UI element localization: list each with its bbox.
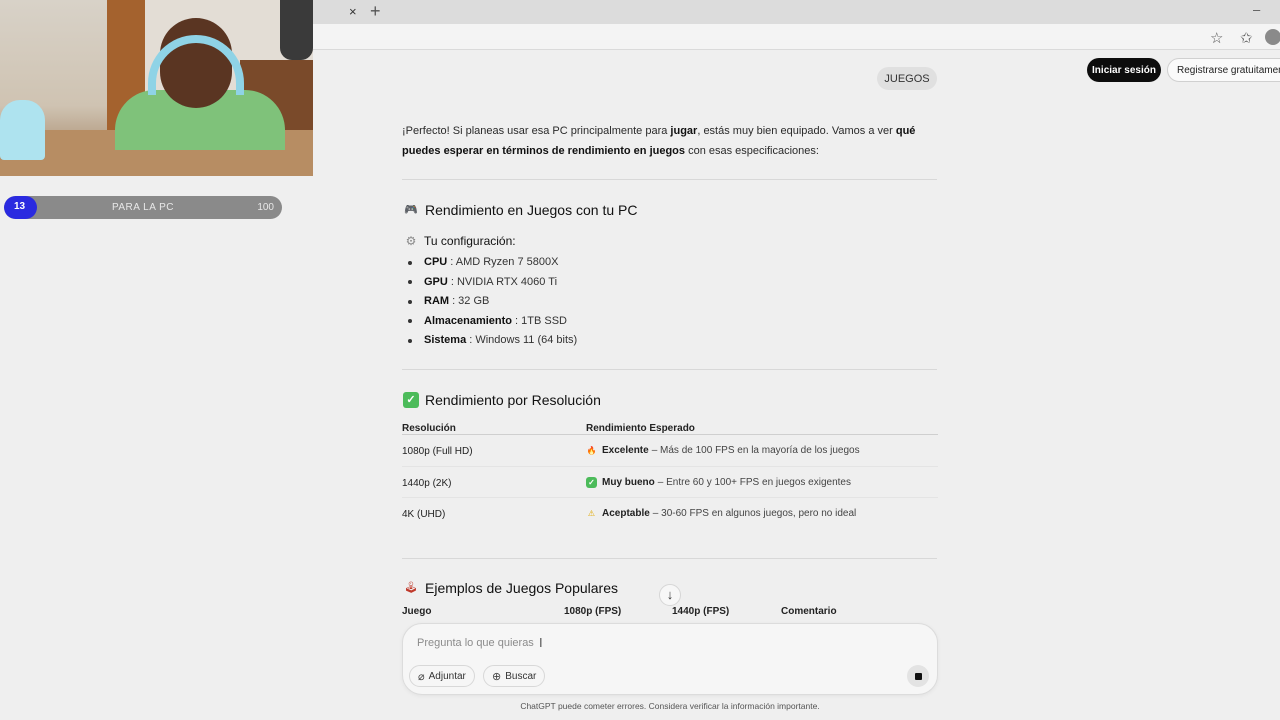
browser-toolbar <box>313 24 1280 50</box>
globe-icon: ⊕ <box>492 670 502 683</box>
webcam-overlay <box>0 0 313 176</box>
column-header: Comentario <box>781 606 837 617</box>
divider <box>402 179 937 180</box>
gear-icon: ⚙ <box>405 234 417 248</box>
search-button[interactable]: ⊕ Buscar <box>483 665 546 687</box>
rating-desc: – Entre 60 y 100+ FPS en juegos exigente… <box>657 476 851 488</box>
intro-text-2: , estás muy bien equipado. Vamos a ver <box>697 125 896 137</box>
column-header: Resolución <box>402 423 456 434</box>
check-mark-icon: ✓ <box>586 476 597 488</box>
browser-tabstrip <box>313 0 1280 24</box>
section-title-text: Ejemplos de Juegos Populares <box>425 580 619 596</box>
joystick-icon: 🕹 <box>404 582 418 594</box>
rating-text: Aceptable <box>602 508 650 519</box>
text-cursor-icon: I <box>539 635 543 650</box>
bullet <box>408 299 412 304</box>
close-tab-icon[interactable]: × <box>349 4 357 19</box>
table-row: 4K (UHD) ⚠ Aceptable – 30-60 FPS en alguno… <box>402 498 938 530</box>
login-button[interactable]: Iniciar sesión <box>1087 58 1161 82</box>
bullet <box>408 319 412 324</box>
column-header: Juego <box>402 606 432 617</box>
subsection-title-text: Tu configuración: <box>424 234 516 248</box>
check-mark-icon: ✓ <box>403 392 419 408</box>
rating-text: Muy bueno <box>602 476 655 488</box>
column-header: Rendimiento Esperado <box>586 423 695 434</box>
list-item: CPU: AMD Ryzen 7 5800X <box>408 253 577 273</box>
assistant-intro-paragraph: ¡Perfecto! Si planeas usar esa PC princi… <box>402 121 937 161</box>
spec-value: : AMD Ryzen 7 5800X <box>450 256 559 268</box>
scroll-down-button[interactable]: ↓ <box>659 584 681 606</box>
resolution-cell: 4K (UHD) <box>402 509 446 520</box>
list-item: RAM: 32 GB <box>408 292 577 312</box>
intro-bold-1: jugar <box>670 125 698 137</box>
warning-icon: ⚠ <box>587 509 596 518</box>
spec-value: : NVIDIA RTX 4060 Ti <box>450 275 558 288</box>
bullet <box>408 338 412 343</box>
rating-desc: – 30-60 FPS en algunos juegos, pero no i… <box>652 508 857 519</box>
spec-list: CPU: AMD Ryzen 7 5800X GPU: NVIDIA RTX 4… <box>408 253 577 351</box>
new-tab-icon[interactable]: + <box>370 1 381 22</box>
intro-text-1: ¡Perfecto! Si planeas usar esa PC princi… <box>402 125 671 137</box>
column-header: 1080p (FPS) <box>564 606 622 617</box>
performance-cell: 🔥 Excelente – Más de 100 FPS en la mayoría… <box>586 445 860 456</box>
stop-generating-button[interactable] <box>907 665 929 687</box>
stream-progress-bar: 13 PARA LA PC 100 <box>4 196 282 219</box>
register-button[interactable]: Registrarse gratuitamente <box>1167 58 1280 82</box>
user-message-bubble: JUEGOS <box>877 67 937 90</box>
section-title-resolution: ✓ Rendimiento por Resolución <box>403 392 601 408</box>
spec-key: Sistema <box>424 334 467 346</box>
spec-value: : 1TB SSD <box>515 314 567 327</box>
stop-icon <box>914 672 922 680</box>
spec-value: : Windows 11 (64 bits) <box>469 334 578 346</box>
minimize-icon[interactable]: – <box>1253 2 1260 17</box>
intro-text-3: con esas especificaciones: <box>685 145 819 157</box>
table-row: 1080p (Full HD) 🔥 Excelente – Más de 100 F… <box>402 435 938 467</box>
spec-key: Almacenamiento <box>424 314 513 327</box>
column-header: 1440p (FPS) <box>672 606 730 617</box>
rating-text: Excelente <box>602 445 649 456</box>
divider <box>402 369 937 370</box>
spec-key: CPU <box>424 256 448 268</box>
section-title-text: Rendimiento por Resolución <box>425 392 601 408</box>
bookmark-star-icon[interactable]: ☆ <box>1210 29 1223 47</box>
performance-cell: ⚠ Aceptable – 30-60 FPS en algunos juegos,… <box>586 508 856 519</box>
performance-cell: ✓ Muy bueno – Entre 60 y 100+ FPS en juego… <box>586 476 851 488</box>
resolution-cell: 1440p (2K) <box>402 477 452 489</box>
webcam-lamp <box>0 100 45 160</box>
section-title-gaming-performance: 🎮 Rendimiento en Juegos con tu PC <box>403 202 637 218</box>
spec-key: GPU <box>424 275 448 288</box>
bullet <box>408 280 412 285</box>
resolution-table: Resolución Rendimiento Esperado 1080p (F… <box>402 414 938 530</box>
section-title-text: Rendimiento en Juegos con tu PC <box>425 202 638 218</box>
disclaimer-text: ChatGPT puede cometer errores. Considera… <box>520 701 820 711</box>
progress-label: PARA LA PC <box>111 202 175 213</box>
game-controller-icon: 🎮 <box>404 204 418 216</box>
favorites-icon[interactable]: ✩ <box>1240 29 1253 47</box>
webcam-microphone <box>280 0 313 60</box>
attach-label: Adjuntar <box>428 670 466 682</box>
fire-icon: 🔥 <box>586 446 597 455</box>
list-item: GPU: NVIDIA RTX 4060 Ti <box>408 273 577 293</box>
rating-desc: – Más de 100 FPS en la mayoría de los ju… <box>651 445 860 456</box>
profile-avatar[interactable] <box>1265 29 1280 45</box>
prompt-input[interactable]: Pregunta lo que quieras <box>417 637 534 649</box>
list-item: Sistema: Windows 11 (64 bits) <box>408 331 577 351</box>
table-row: 1440p (2K) ✓ Muy bueno – Entre 60 y 100+ F… <box>402 467 938 498</box>
section-title-popular-games: 🕹 Ejemplos de Juegos Populares <box>403 580 618 596</box>
resolution-cell: 1080p (Full HD) <box>402 446 473 457</box>
list-item: Almacenamiento: 1TB SSD <box>408 312 577 332</box>
bullet <box>408 260 412 265</box>
paperclip-icon: ⌀ <box>418 670 425 683</box>
subsection-title-config: ⚙ Tu configuración: <box>403 233 516 249</box>
attach-button[interactable]: ⌀ Adjuntar <box>409 665 475 687</box>
spec-value: : 32 GB <box>452 295 490 307</box>
message-composer[interactable]: Pregunta lo que quieras I ⌀ Adjuntar ⊕ B… <box>402 623 938 695</box>
spec-key: RAM <box>424 295 450 307</box>
table-header: Resolución Rendimiento Esperado <box>402 414 938 435</box>
divider <box>402 558 937 559</box>
progress-goal: 100 <box>257 202 274 213</box>
search-label: Buscar <box>505 670 537 682</box>
